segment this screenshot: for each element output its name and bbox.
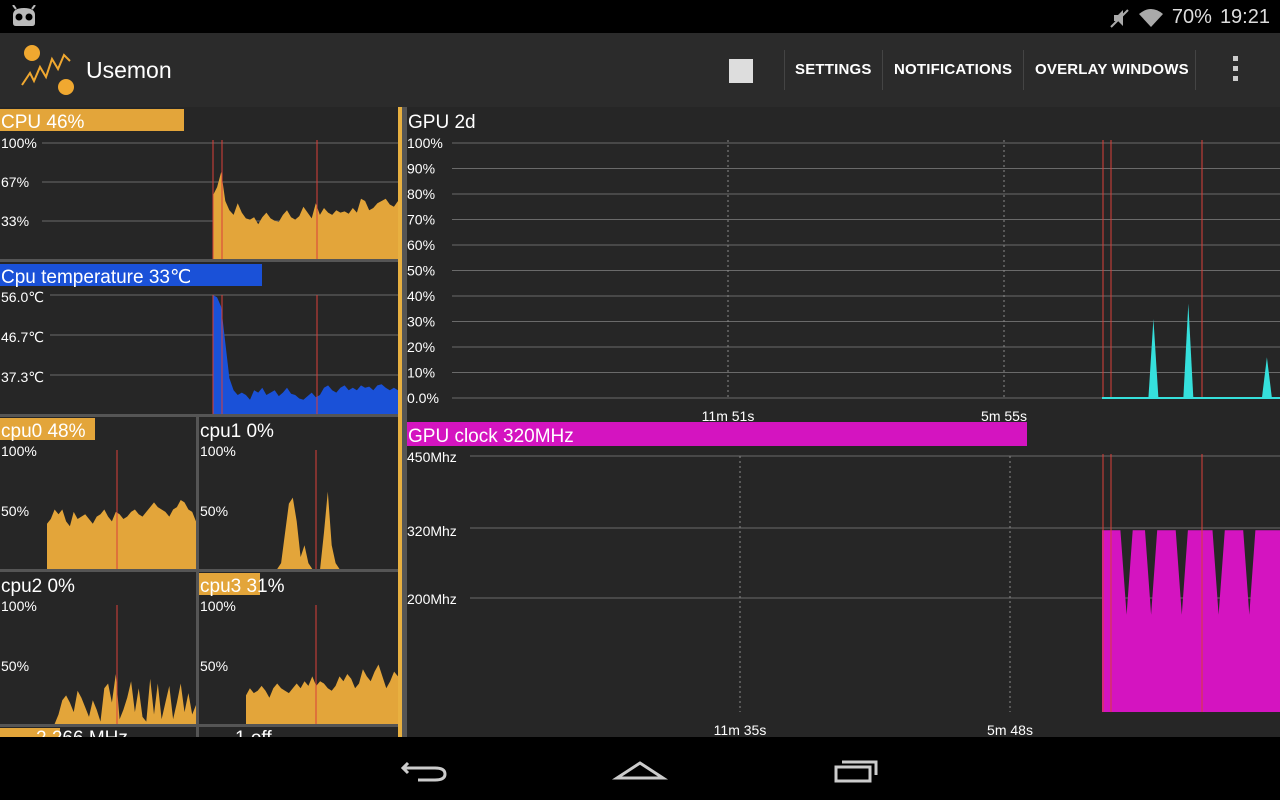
recents-icon[interactable] (834, 760, 878, 783)
gpu2d-tick-label: 0.0% (407, 390, 439, 406)
notifications-button[interactable]: NOTIFICATIONS (894, 33, 1012, 107)
temperature-area (213, 295, 398, 414)
cpu2-usage-area (47, 674, 196, 724)
gpu2d-tick-label: 10% (407, 365, 435, 381)
clock-label: 2.266 MHz (36, 728, 128, 737)
cpu3-usage-area (246, 664, 398, 724)
gpu2d-tick-label: 30% (407, 314, 435, 330)
cpu3-label: cpu3 31% (200, 576, 285, 597)
gpu2d-grid: 100% 90% 80% 70% 60% 50% 40% 30% 20% 10% 0.0% (407, 135, 1280, 406)
gpu-clock-panel[interactable]: GPU clock 320MHz 450Mhz 320Mhz 200Mhz 11… (407, 422, 1280, 738)
gpu2d-tick-label: 70% (407, 212, 435, 228)
panel-separator (196, 417, 199, 737)
cpu1-panel[interactable]: cpu1 0% 100% 50% (200, 421, 398, 569)
panel-separator (0, 414, 398, 417)
cpu2-label: cpu2 0% (1, 576, 75, 597)
cpu1-tick-label: 50% (200, 503, 228, 519)
cpu1-usage-area (246, 491, 398, 569)
gpu2d-spike (1261, 357, 1272, 398)
cpu1-tick-label: 100% (200, 443, 236, 459)
gpu2d-tick-label: 80% (407, 186, 435, 202)
gpu-clock-area (1102, 530, 1280, 712)
cpu-tick-label: 33% (1, 213, 29, 229)
gpu-clock-tick-label: 200Mhz (407, 591, 457, 607)
gpu-clock-label: GPU clock 320MHz (408, 426, 574, 447)
cpu2-panel[interactable]: cpu2 0% 100% 50% (1, 576, 196, 724)
clock-time: 19:21 (1219, 6, 1270, 28)
cpu-temperature-panel[interactable]: Cpu temperature 33℃ 56.0℃ 46.7℃ 37.3℃ (0, 264, 398, 414)
cpu0-tick-label: 50% (1, 503, 29, 519)
splitter-handle[interactable] (398, 107, 402, 737)
misc-panel[interactable]: 1 off (235, 728, 272, 749)
gpu2d-panel[interactable]: GPU 2d 100% 90% 80% 70% 60% 50% 40% 30% 20% 10% 0.… (407, 112, 1280, 424)
mute-icon (1110, 8, 1129, 28)
cpu2-tick-label: 100% (1, 598, 37, 614)
monitor-content: CPU 46% 100% 67% 33% Cpu temperature 33℃… (0, 107, 1280, 749)
gpu2d-time-label: 5m 55s (981, 408, 1027, 424)
gpu2d-spike (1183, 303, 1194, 398)
gpu2d-spike (1148, 318, 1159, 398)
cpu0-usage-area (47, 500, 196, 569)
overflow-menu-icon[interactable] (1233, 56, 1241, 84)
gpu2d-tick-label: 60% (407, 237, 435, 253)
app-title: Usemon (86, 57, 172, 83)
divider (1023, 50, 1024, 90)
back-icon[interactable] (400, 761, 447, 782)
wifi-icon (1138, 8, 1163, 27)
misc-label: 1 off (235, 728, 272, 737)
gpu2d-spikes (1102, 303, 1280, 399)
navigation-bar (0, 737, 1280, 800)
stop-icon[interactable] (729, 59, 753, 83)
gpu2d-tick-label: 40% (407, 288, 435, 304)
android-robot-icon (12, 5, 36, 26)
overlay-windows-button[interactable]: OVERLAY WINDOWS (1035, 33, 1189, 107)
cpu3-panel[interactable]: cpu3 31% 100% 50% (199, 573, 398, 724)
divider (882, 50, 883, 90)
home-icon[interactable] (611, 761, 669, 780)
cpu-panel[interactable]: CPU 46% 100% 67% 33% (0, 109, 398, 259)
cpu0-tick-label: 100% (1, 443, 37, 459)
gpu2d-tick-label: 50% (407, 263, 435, 279)
cpu-tick-label: 100% (1, 135, 37, 151)
cpu-usage-area (213, 172, 398, 259)
gpu-clock-time-label: 5m 48s (987, 722, 1033, 737)
cpu3-tick-label: 100% (200, 598, 236, 614)
usemon-logo-icon (21, 45, 74, 95)
gpu-clock-time-label: 11m 35s (714, 722, 767, 737)
gpu2d-tick-label: 90% (407, 161, 435, 177)
gpu2d-tick-label: 100% (407, 135, 443, 151)
divider (1195, 50, 1196, 90)
cpu2-tick-label: 50% (1, 658, 29, 674)
gpu2d-tick-label: 20% (407, 339, 435, 355)
status-bar: 70% 19:21 (0, 0, 1280, 33)
clock-panel[interactable]: 2.266 MHz (0, 728, 128, 749)
temperature-tick-label: 46.7℃ (1, 329, 44, 345)
action-bar: Usemon SETTINGS NOTIFICATIONS OVERLAY WI… (0, 33, 1280, 107)
battery-level: 70% (1171, 6, 1212, 28)
temperature-label: Cpu temperature 33℃ (1, 267, 191, 288)
panel-separator (0, 259, 398, 262)
gpu-clock-tick-label: 450Mhz (407, 449, 457, 465)
monitor-charts: CPU 46% 100% 67% 33% Cpu temperature 33℃… (0, 107, 1280, 749)
cpu0-panel[interactable]: cpu0 48% 100% 50% (0, 418, 196, 569)
temperature-tick-label: 56.0℃ (1, 289, 44, 305)
gpu2d-time-label: 11m 51s (702, 408, 755, 424)
settings-button[interactable]: SETTINGS (795, 33, 872, 107)
cpu3-tick-label: 50% (200, 658, 228, 674)
cpu0-label: cpu0 48% (1, 421, 86, 442)
divider (784, 50, 785, 90)
cpu-label: CPU 46% (1, 112, 85, 133)
cpu-tick-label: 67% (1, 174, 29, 190)
gpu2d-label: GPU 2d (408, 112, 476, 133)
temperature-tick-label: 37.3℃ (1, 369, 44, 385)
gpu-clock-tick-label: 320Mhz (407, 523, 457, 539)
cpu1-label: cpu1 0% (200, 421, 274, 442)
